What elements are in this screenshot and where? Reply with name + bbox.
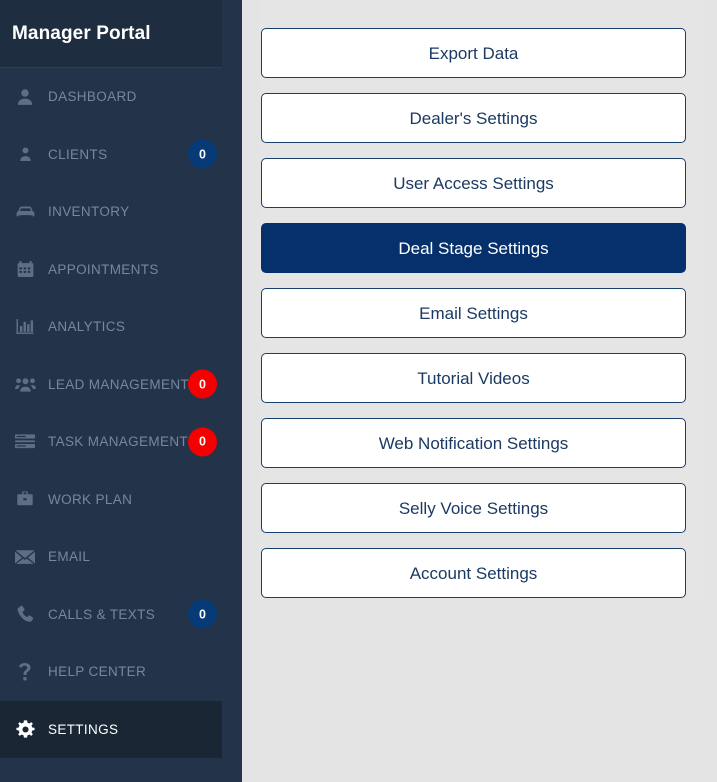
sidebar-item-label: WORK PLAN	[48, 491, 133, 507]
sidebar-item-label: SETTINGS	[48, 721, 119, 737]
sidebar-item-label: APPOINTMENTS	[48, 261, 159, 277]
sidebar-item-dashboard[interactable]: DASHBOARD	[0, 68, 222, 126]
sidebar-item-analytics[interactable]: ANALYTICS	[0, 298, 222, 356]
person-icon	[10, 146, 40, 162]
sidebar-inner: Manager Portal DASHBOARD CLIENTS 0 INVENTOR…	[0, 0, 222, 782]
sidebar-item-badge: 0	[188, 369, 217, 399]
settings-button-list: Export Data Dealer's Settings User Access …	[261, 0, 706, 598]
sidebar-item-lead-management[interactable]: LEAD MANAGEMENT 0	[0, 356, 222, 414]
sidebar-item-label: LEAD MANAGEMENT	[48, 376, 190, 392]
sidebar-item-label: HELP CENTER	[48, 664, 147, 680]
calendar-icon	[10, 260, 40, 278]
sidebar-item-label: ANALYTICS	[48, 319, 126, 335]
sidebar-item-inventory[interactable]: INVENTORY	[0, 183, 222, 241]
settings-button-deal-stage-settings[interactable]: Deal Stage Settings	[261, 223, 686, 273]
sidebar-item-label: TASK MANAGEMENT	[48, 434, 189, 450]
phone-icon	[10, 605, 40, 623]
user-silhouette-icon	[10, 88, 40, 106]
sidebar-brand: Manager Portal	[0, 0, 222, 68]
sidebar-item-badge: 0	[188, 599, 217, 629]
gear-icon	[10, 720, 40, 739]
sidebar: Manager Portal DASHBOARD CLIENTS 0 INVENTOR…	[0, 0, 242, 782]
sidebar-nav: DASHBOARD CLIENTS 0 INVENTORY APPOINTMENTS AN…	[0, 68, 222, 758]
app-title: Manager Portal	[12, 23, 151, 44]
settings-button-export-data[interactable]: Export Data	[261, 28, 686, 78]
sidebar-item-badge: 0	[188, 427, 217, 457]
task-list-icon	[10, 434, 40, 449]
sidebar-item-email[interactable]: EMAIL	[0, 528, 222, 586]
sidebar-item-label: CALLS & TEXTS	[48, 606, 156, 622]
users-group-icon	[10, 376, 40, 393]
settings-button-dealer-s-settings[interactable]: Dealer's Settings	[261, 93, 686, 143]
sidebar-item-calls-texts[interactable]: CALLS & TEXTS 0	[0, 586, 222, 644]
settings-button-email-settings[interactable]: Email Settings	[261, 288, 686, 338]
sidebar-item-settings[interactable]: SETTINGS	[0, 700, 222, 758]
sidebar-item-help-center[interactable]: HELP CENTER	[0, 643, 222, 701]
question-mark-icon	[10, 662, 40, 681]
sidebar-item-work-plan[interactable]: WORK PLAN	[0, 471, 222, 529]
sidebar-item-label: INVENTORY	[48, 204, 130, 220]
main-content: Export Data Dealer's Settings User Access …	[242, 0, 717, 782]
settings-button-web-notification-settings[interactable]: Web Notification Settings	[261, 418, 686, 468]
bar-chart-icon	[10, 318, 40, 335]
sidebar-item-task-management[interactable]: TASK MANAGEMENT 0	[0, 413, 222, 471]
sidebar-item-label: EMAIL	[48, 549, 91, 565]
briefcase-icon	[10, 491, 40, 507]
app-root: Manager Portal DASHBOARD CLIENTS 0 INVENTOR…	[0, 0, 717, 782]
sidebar-item-label: DASHBOARD	[48, 89, 137, 105]
sidebar-item-label: CLIENTS	[48, 146, 108, 162]
sidebar-item-badge: 0	[188, 139, 217, 169]
envelope-icon	[10, 549, 40, 565]
settings-button-selly-voice-settings[interactable]: Selly Voice Settings	[261, 483, 686, 533]
sidebar-item-appointments[interactable]: APPOINTMENTS	[0, 241, 222, 299]
settings-button-user-access-settings[interactable]: User Access Settings	[261, 158, 686, 208]
settings-button-tutorial-videos[interactable]: Tutorial Videos	[261, 353, 686, 403]
settings-button-account-settings[interactable]: Account Settings	[261, 548, 686, 598]
car-icon	[10, 204, 40, 220]
sidebar-item-clients[interactable]: CLIENTS 0	[0, 126, 222, 184]
